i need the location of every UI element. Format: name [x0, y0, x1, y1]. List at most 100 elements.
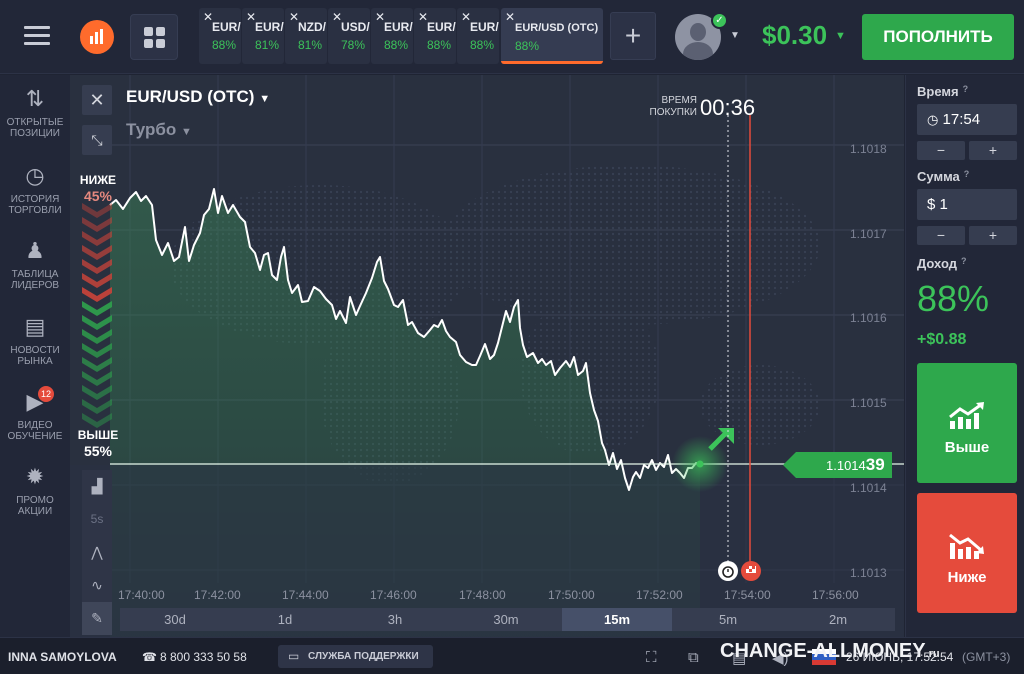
tab-payout: 88%: [384, 38, 409, 52]
close-chart-button[interactable]: ✕: [82, 85, 112, 115]
current-price-main: 1.1014: [826, 458, 866, 473]
period-option[interactable]: 5m: [673, 608, 783, 631]
amount-label: Сумма?: [917, 169, 969, 184]
tab-asset-name: EUR/USD (OTC): [515, 22, 599, 34]
notification-badge: 12: [38, 386, 54, 402]
asset-tab[interactable]: ✕ NZD/ 81%: [285, 8, 327, 64]
info-icon[interactable]: ?: [961, 256, 967, 266]
collapse-icon[interactable]: ⤡: [82, 125, 112, 155]
drawing-icon[interactable]: ∿: [82, 569, 112, 602]
asset-tab[interactable]: ✕ EUR/ 88%: [457, 8, 499, 64]
y-tick-label: 1.1014: [850, 481, 887, 495]
period-option[interactable]: 30d: [120, 608, 230, 631]
menu-icon[interactable]: [24, 26, 50, 46]
chart-area[interactable]: ✕ ⤡ EUR/USD (OTC) ▼ Турбо ▼ НИЖЕ 45% ВЫШ…: [70, 75, 904, 637]
trend-up-icon: [949, 402, 984, 429]
chevron-down-icon: ▼: [180, 126, 192, 138]
period-option[interactable]: 30m: [451, 608, 561, 631]
trade-panel: Время? ◷ 17:54 − + Сумма? $ 1 − + Доход?…: [905, 75, 1024, 637]
tab-asset-name: USD/: [341, 20, 370, 34]
balance-amount[interactable]: $0.30: [762, 20, 827, 51]
sidebar-item-trade-history[interactable]: ◷ ИСТОРИЯ ТОРГОВЛИ: [0, 162, 70, 216]
chart-tools: ▟ 5s ⋀ ∿ ✎: [82, 470, 112, 635]
currency-symbol: $: [927, 196, 936, 213]
time-increase-button[interactable]: +: [969, 141, 1017, 160]
period-selector: 30d 1d 3h 30m 15m 5m 2m: [120, 608, 895, 631]
status-bar: INNA SAMOYLOVA ☎ 8 800 333 50 58 ▭ СЛУЖБ…: [0, 637, 1024, 674]
tab-asset-name: EUR/: [384, 20, 413, 34]
clock-icon: ◷: [927, 112, 939, 127]
info-icon[interactable]: ?: [964, 169, 970, 179]
sidebar-item-label: ВИДЕО ОБУЧЕНИЕ: [7, 420, 63, 442]
amount-increase-button[interactable]: +: [969, 226, 1017, 245]
asset-tab[interactable]: ✕ USD/ 78%: [328, 8, 370, 64]
higher-label: ВЫШЕ: [77, 428, 119, 442]
info-icon[interactable]: ?: [963, 84, 969, 94]
trend-down-icon: [949, 533, 984, 559]
verified-check-icon: ✓: [711, 12, 728, 29]
current-price-dot: [696, 460, 704, 468]
phone-number[interactable]: 8 800 333 50 58: [160, 650, 247, 664]
sidebar-item-label: ОТКРЫТЫЕ ПОЗИЦИИ: [6, 117, 64, 139]
active-tab-underline: [501, 61, 603, 64]
period-option[interactable]: 1d: [230, 608, 340, 631]
amount-decrease-button[interactable]: −: [917, 226, 965, 245]
sidebar-item-open-positions[interactable]: ⇅ ОТКРЫТЫЕ ПОЗИЦИИ: [0, 85, 70, 139]
asset-tab[interactable]: ✕ EUR/ 88%: [414, 8, 456, 64]
higher-percent: 55%: [83, 443, 113, 459]
lower-button[interactable]: Ниже: [917, 493, 1017, 613]
pencil-icon[interactable]: ✎: [82, 602, 112, 635]
mode-name: Турбо: [126, 120, 177, 139]
indicators-icon[interactable]: ⋀: [82, 536, 112, 569]
period-option-selected[interactable]: 15m: [562, 608, 672, 631]
support-label: СЛУЖБА ПОДДЕРЖКИ: [308, 651, 419, 662]
period-option[interactable]: 3h: [340, 608, 450, 631]
purchase-timer: 00:36: [700, 95, 756, 120]
current-price-tail: 39: [865, 455, 885, 474]
chart-type-icon[interactable]: ▟: [82, 470, 112, 503]
lower-button-label: Ниже: [947, 569, 987, 586]
price-chart[interactable]: [70, 75, 904, 637]
close-icon[interactable]: ✕: [505, 10, 515, 24]
support-button[interactable]: ▭ СЛУЖБА ПОДДЕРЖКИ: [278, 645, 433, 668]
tab-payout: 88%: [427, 38, 452, 52]
timezone: (GMT+3): [962, 650, 1011, 664]
income-label: Доход?: [917, 256, 966, 271]
chat-icon: ▭: [288, 649, 300, 663]
tab-payout: 88%: [470, 38, 495, 52]
asset-tab[interactable]: ✕ EUR/ 88%: [371, 8, 413, 64]
sidebar-item-market-news[interactable]: ▤ НОВОСТИ РЫНКА: [0, 313, 70, 367]
asset-selector[interactable]: EUR/USD (OTC) ▼: [126, 87, 270, 107]
income-label-text: Доход: [917, 256, 957, 271]
asset-tab[interactable]: ✕ EUR/ 81%: [242, 8, 284, 64]
purchase-time-label: ВРЕМЯ ПОКУПКИ: [645, 95, 697, 119]
grid-layout-button[interactable]: [130, 14, 178, 60]
add-asset-button[interactable]: +: [610, 12, 656, 60]
y-tick-label: 1.1013: [850, 566, 887, 580]
amount-input[interactable]: $ 1: [917, 189, 1017, 220]
sidebar-item-video-tutorials[interactable]: ▶ 12 ВИДЕО ОБУЧЕНИЕ: [0, 386, 70, 442]
higher-button-label: Выше: [944, 439, 990, 456]
deposit-button[interactable]: ПОПОЛНИТЬ: [862, 14, 1014, 60]
tab-payout: 88%: [515, 39, 540, 53]
sidebar-item-promo[interactable]: ✹ ПРОМО АКЦИИ: [0, 463, 70, 517]
timeframe-button[interactable]: 5s: [82, 503, 112, 536]
sidebar-item-leaderboard[interactable]: ♟ ТАБЛИЦА ЛИДЕРОВ: [0, 237, 70, 291]
y-tick-label: 1.1018: [850, 142, 887, 156]
period-option[interactable]: 2m: [783, 608, 893, 631]
chevron-down-icon[interactable]: ▼: [730, 30, 740, 41]
arrows-updown-icon: ⇅: [25, 86, 45, 111]
time-label-text: Время: [917, 84, 959, 99]
asset-tab[interactable]: ✕ EUR/ 88%: [199, 8, 241, 64]
higher-button[interactable]: Выше: [917, 363, 1017, 483]
asset-tab-active[interactable]: ✕ EUR/USD (OTC) 88%: [501, 8, 603, 64]
mode-selector[interactable]: Турбо ▼: [126, 120, 192, 140]
amount-value: 1: [939, 196, 948, 213]
purchase-label-line1: ВРЕМЯ: [661, 95, 697, 106]
fullscreen-icon[interactable]: ⛶: [646, 649, 657, 666]
popout-icon[interactable]: ⧉: [688, 649, 699, 666]
history-icon: ◷: [25, 163, 45, 188]
chevron-down-icon[interactable]: ▼: [835, 30, 846, 42]
expiry-time-input[interactable]: ◷ 17:54: [917, 104, 1017, 135]
time-decrease-button[interactable]: −: [917, 141, 965, 160]
